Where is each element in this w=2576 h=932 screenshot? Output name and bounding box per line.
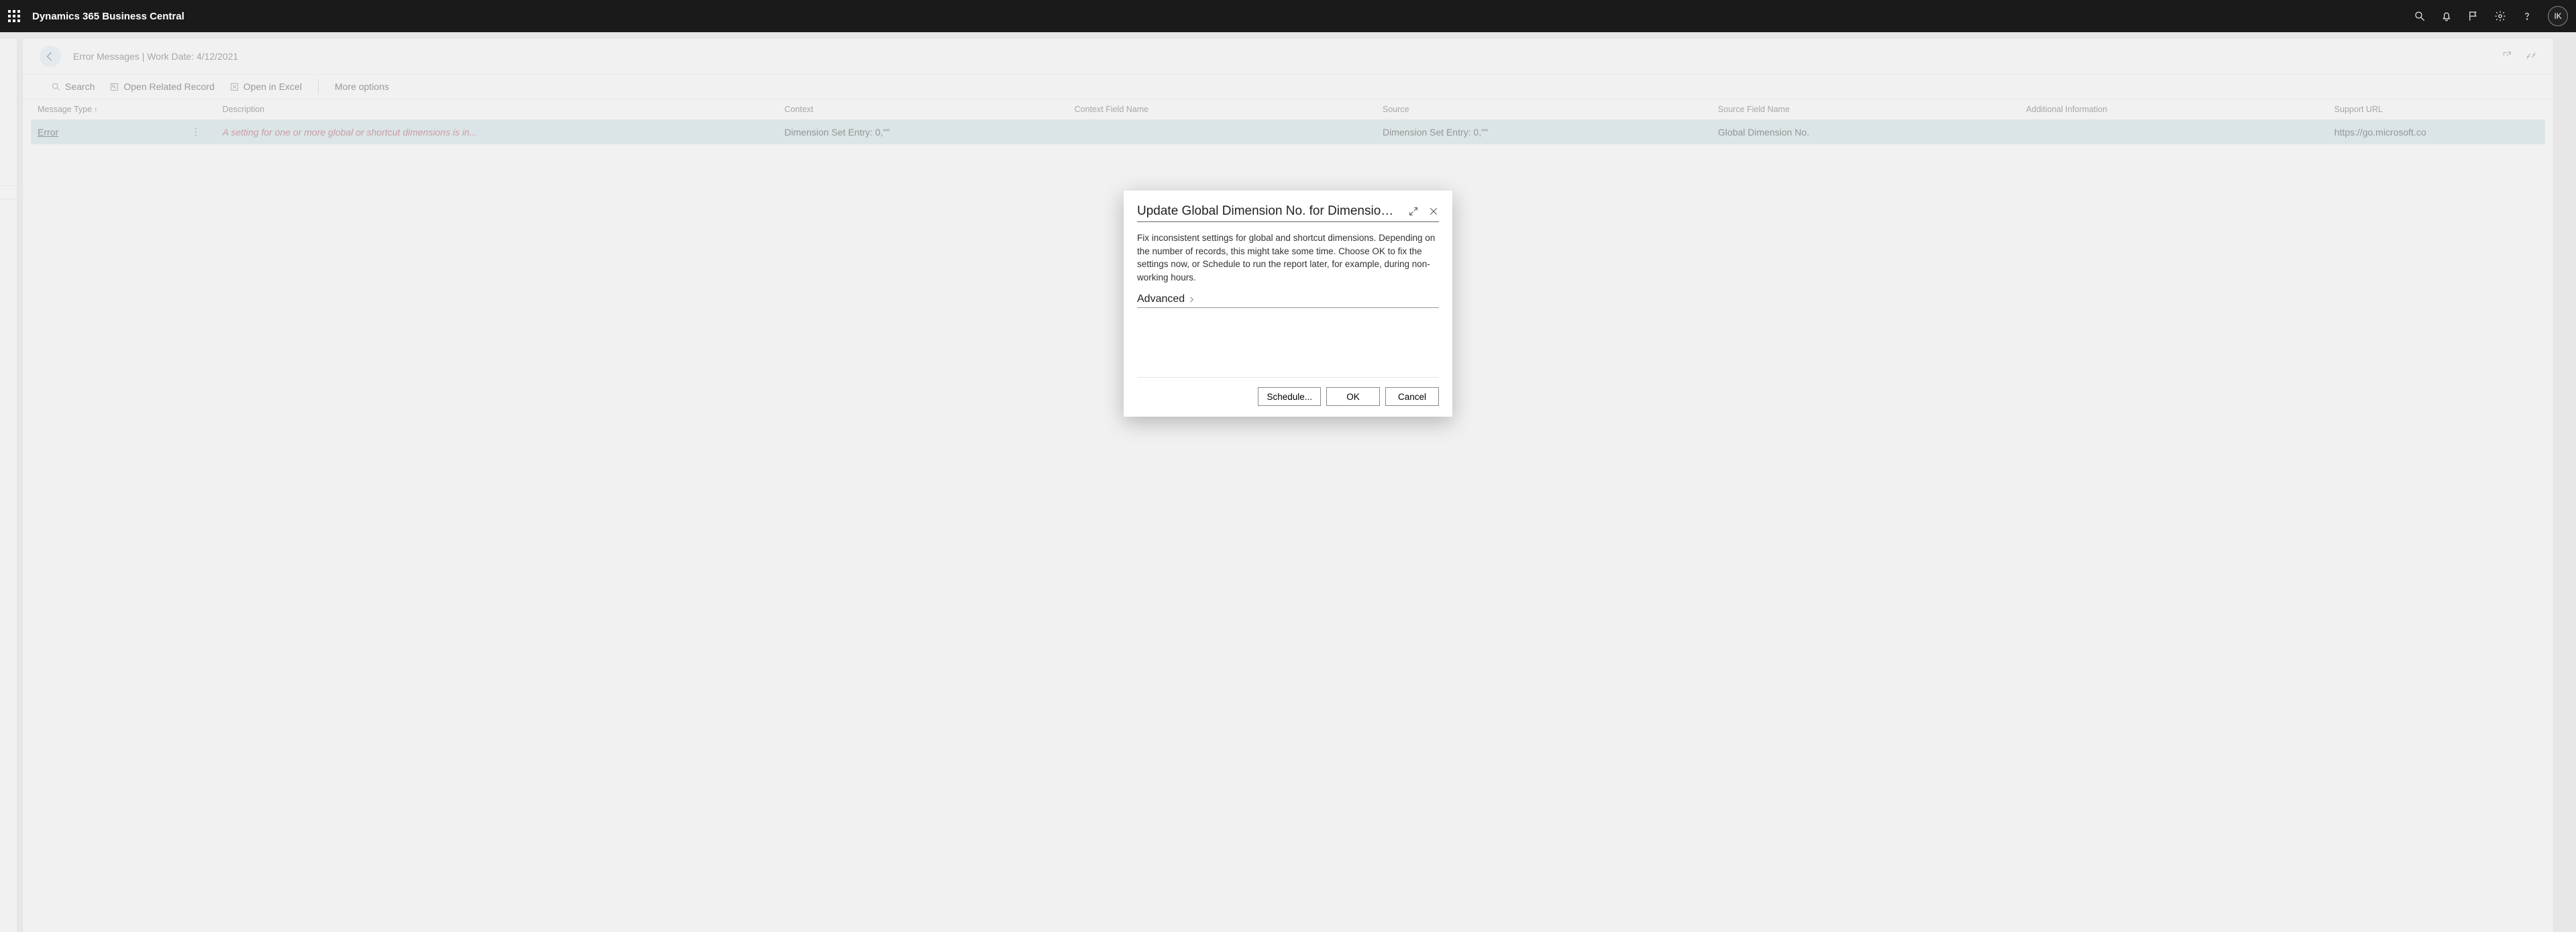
ok-button[interactable]: OK — [1326, 387, 1380, 406]
schedule-button[interactable]: Schedule... — [1258, 387, 1321, 406]
avatar[interactable]: IK — [2548, 6, 2568, 26]
dialog: Update Global Dimension No. for Dimensio… — [1124, 191, 1452, 417]
dialog-inner: Update Global Dimension No. for Dimensio… — [1124, 191, 1452, 417]
brand-label: Dynamics 365 Business Central — [32, 11, 184, 22]
dialog-header: Update Global Dimension No. for Dimensio… — [1137, 204, 1439, 222]
flag-icon[interactable] — [2467, 10, 2479, 22]
cancel-button[interactable]: Cancel — [1385, 387, 1439, 406]
bell-icon[interactable] — [2440, 10, 2453, 22]
close-icon[interactable] — [1428, 206, 1439, 217]
advanced-section[interactable]: Advanced — [1137, 293, 1439, 308]
topbar-right: IK — [2414, 6, 2568, 26]
chevron-right-icon — [1188, 296, 1195, 303]
advanced-label: Advanced — [1137, 293, 1185, 305]
topbar: Dynamics 365 Business Central IK — [0, 0, 2576, 32]
app-launcher-icon[interactable] — [8, 10, 20, 22]
gear-icon[interactable] — [2494, 10, 2506, 22]
help-icon[interactable] — [2521, 10, 2533, 22]
page: Error Messages | Work Date: 4/12/2021 Se… — [0, 32, 2576, 932]
expand-icon[interactable] — [1408, 206, 1419, 217]
dialog-title: Update Global Dimension No. for Dimensio… — [1137, 204, 1399, 219]
dialog-body: Fix inconsistent settings for global and… — [1137, 231, 1439, 284]
modal-overlay — [0, 32, 2576, 932]
dialog-spacer — [1137, 317, 1439, 378]
dialog-footer: Schedule... OK Cancel — [1137, 387, 1439, 406]
topbar-left: Dynamics 365 Business Central — [8, 10, 184, 22]
search-icon[interactable] — [2414, 10, 2426, 22]
